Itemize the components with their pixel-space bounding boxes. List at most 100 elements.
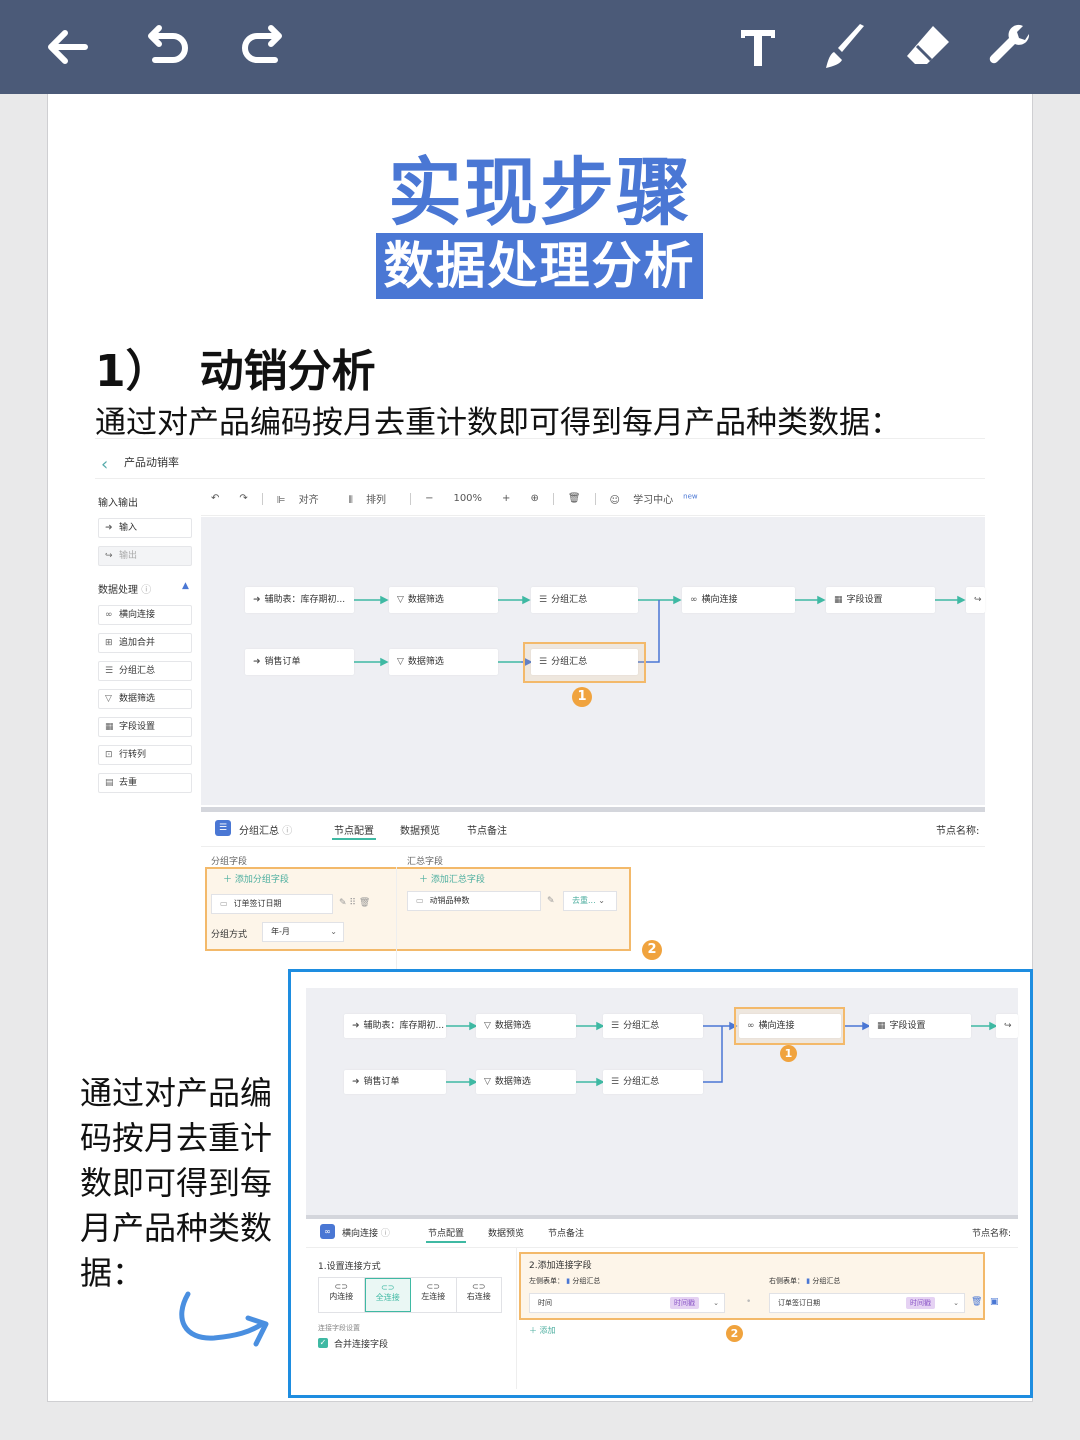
right-join-field[interactable]: 订单签订日期 时间戳 ⌄ <box>769 1293 965 1313</box>
flow-node[interactable]: ☰ 分组汇总 <box>603 1014 703 1038</box>
flow-node[interactable]: ➜ 销售订单 <box>344 1070 446 1094</box>
canvas-toolbar: ↶ ↷ ⊫ 对齐 ⫴ 排列 − 100% + ⊕ 🗑 ☺ 学习中心 new <box>201 482 985 516</box>
flow-node[interactable]: ▦ 字段设置 <box>869 1014 971 1038</box>
flow-node-output[interactable]: ↪ <box>966 587 985 613</box>
arrange-button[interactable]: ⫴ 排列 <box>349 491 396 506</box>
group-field-select[interactable]: ▭ 订单签订日期 <box>211 894 333 914</box>
flow-node[interactable]: ☰ 分组汇总 <box>603 1070 703 1094</box>
flow-node-output[interactable]: ↪ <box>996 1014 1018 1038</box>
group-mode-select[interactable]: 年-月 ⌄ <box>262 922 344 942</box>
flow-node[interactable]: ☰ 分组汇总 <box>531 587 638 613</box>
back-chevron-icon[interactable]: ‹ <box>101 454 108 475</box>
tab-node-config[interactable]: 节点配置 <box>428 1226 464 1239</box>
delete-icon[interactable]: 🗑 <box>568 493 581 504</box>
left-join-field[interactable]: 时间 时间戳 ⌄ <box>529 1293 725 1313</box>
undo-icon[interactable] <box>138 20 194 74</box>
text-icon[interactable] <box>730 20 786 74</box>
zoom-in-icon[interactable]: + <box>502 493 510 504</box>
step-badge: 2 <box>726 1325 743 1342</box>
panel-node-name: 分组汇总 ⓘ <box>239 826 293 837</box>
sidebar-item-input[interactable]: ➜ 输入 <box>98 518 192 538</box>
flow-canvas: ➜ 辅助表：库存期初... ▽ 数据筛选 ☰ 分组汇总 ∞ 横向连接 ▦ 字段设置 ↪ ➜… <box>201 517 985 805</box>
learning-center-link[interactable]: ☺ 学习中心 new <box>610 491 698 506</box>
aggregate-select[interactable]: 去重... ⌄ <box>563 891 617 911</box>
config-panel: ☰ 分组汇总 ⓘ 节点配置 数据预览 节点备注 节点名称: 分组字段 汇总字段 … <box>201 812 985 985</box>
step-badge: 1 <box>780 1045 797 1062</box>
edit-icon[interactable]: ✎ <box>547 896 555 906</box>
flow-node[interactable]: ▽ 数据筛选 <box>476 1014 576 1038</box>
join-icon: ∞ <box>320 1224 335 1239</box>
join-type-inner[interactable]: ⊂⊃ 内连接 <box>319 1278 365 1312</box>
section-intro: 通过对产品编码按月去重计数即可得到每月产品种类数据： <box>95 405 901 441</box>
sidebar-item-join[interactable]: ∞ 横向连接 <box>98 605 192 625</box>
tab-node-notes[interactable]: 节点备注 <box>548 1226 584 1239</box>
sidebar-io-header: 输入输出 <box>98 498 138 509</box>
equals-icon: • <box>746 1297 752 1307</box>
undo-icon[interactable]: ↶ <box>211 493 219 504</box>
flow-node[interactable]: ▽ 数据筛选 <box>389 587 498 613</box>
add-summary-field-link[interactable]: ＋ 添加汇总字段 <box>419 872 485 885</box>
side-annotation: 通过对产品编码按月去重计数即可得到每月产品种类数据： <box>80 1074 273 1292</box>
redo-icon[interactable] <box>236 20 292 74</box>
merge-label: 合并连接字段 <box>334 1340 389 1350</box>
merge-checkbox[interactable]: ✓ <box>318 1338 328 1348</box>
flow-node[interactable]: ➜ 辅助表：库存期初... <box>245 587 354 613</box>
wrench-icon[interactable] <box>982 20 1038 74</box>
back-arrow-icon[interactable] <box>38 20 94 74</box>
field-actions[interactable]: ✎ ⠿ 🗑 <box>339 898 370 908</box>
group-field-label: 分组字段 <box>211 857 248 867</box>
join-type-left[interactable]: ⊂⊃ 左连接 <box>411 1278 457 1312</box>
flow-node[interactable]: ▽ 数据筛选 <box>476 1070 576 1094</box>
summary-field-select[interactable]: ▭ 动销品种数 <box>407 891 541 911</box>
sidebar-item-pivot[interactable]: ⊡ 行转列 <box>98 745 192 765</box>
group-mode-label: 分组方式 <box>211 930 248 940</box>
sidebar-item-filter[interactable]: ▽ 数据筛选 <box>98 689 192 709</box>
redo-icon[interactable]: ↷ <box>239 493 247 504</box>
add-join-label: 2.添加连接字段 <box>529 1261 592 1271</box>
brush-icon[interactable] <box>817 20 873 74</box>
section-heading: 1） 动销分析 <box>95 346 376 397</box>
join-type-right[interactable]: ⊂⊃ 右连接 <box>457 1278 502 1312</box>
eraser-icon[interactable] <box>900 20 956 74</box>
add-group-field-link[interactable]: ＋ 添加分组字段 <box>223 872 289 885</box>
flow-node[interactable]: ➜ 销售订单 <box>245 649 354 675</box>
sidebar-item-group[interactable]: ☰ 分组汇总 <box>98 661 192 681</box>
flow-node[interactable]: ➜ 辅助表：库存期初... <box>344 1014 446 1038</box>
delete-icon[interactable]: 🗑 <box>971 1297 982 1307</box>
sidebar-item-output[interactable]: ↪ 输出 <box>98 546 192 566</box>
join-field-settings-label: 连接字段设置 <box>318 1324 360 1332</box>
sidebar-item-fields[interactable]: ▦ 字段设置 <box>98 717 192 737</box>
node-name-label: 节点名称: <box>936 826 980 837</box>
summary-field-label: 汇总字段 <box>407 857 444 867</box>
flow-node[interactable]: ▦ 字段设置 <box>826 587 935 613</box>
sidebar-item-append[interactable]: ⊞ 追加合并 <box>98 633 192 653</box>
app-page-title: 产品动销率 <box>124 456 179 469</box>
left-table: 左侧表单： ▮ 分组汇总 <box>529 1277 601 1285</box>
add-join-field-link[interactable]: ＋ 添加 <box>529 1325 556 1336</box>
tab-node-notes[interactable]: 节点备注 <box>467 822 507 837</box>
flow-node-selected[interactable]: ∞ 横向连接 <box>739 1014 841 1038</box>
top-toolbar <box>0 0 1080 94</box>
locate-icon[interactable]: ⊕ <box>530 493 538 504</box>
join-type-group: ⊂⊃ 内连接 ⊂⊃ 全连接 ⊂⊃ 左连接 ⊂⊃ 右连接 <box>318 1277 502 1313</box>
join-config-panel: ∞ 横向连接 ⓘ 节点配置 数据预览 节点备注 节点名称: 1.设置连接方式 ⊂… <box>306 1219 1018 1389</box>
app-screenshot: ‹ 产品动销率 输入输出 ➜ 输入 ↪ 输出 数据处理 ⓘ ▲ ∞ 横向连接 ⊞ 追加合并… <box>95 440 985 985</box>
right-table: 右侧表单： ▮ 分组汇总 <box>769 1277 841 1285</box>
zoom-out-icon[interactable]: − <box>425 493 433 504</box>
flow-node-selected[interactable]: ☰ 分组汇总 <box>531 649 638 675</box>
flow-node[interactable]: ▽ 数据筛选 <box>389 649 498 675</box>
flow-node[interactable]: ∞ 横向连接 <box>682 587 795 613</box>
tab-data-preview[interactable]: 数据预览 <box>488 1226 524 1239</box>
info-icon: ▣ <box>990 1297 999 1307</box>
join-type-full[interactable]: ⊂⊃ 全连接 <box>364 1278 411 1312</box>
tab-node-config[interactable]: 节点配置 <box>334 822 374 837</box>
divider <box>95 438 985 439</box>
sidebar-item-dedupe[interactable]: ▤ 去重 <box>98 773 192 793</box>
curved-arrow-icon <box>179 1291 269 1347</box>
step-badge: 1 <box>572 687 592 707</box>
tab-data-preview[interactable]: 数据预览 <box>400 822 440 837</box>
node-name-label: 节点名称: <box>972 1229 1012 1239</box>
panel-node-name: 横向连接 ⓘ <box>342 1229 390 1239</box>
align-button[interactable]: ⊫ 对齐 <box>277 491 329 506</box>
flow-canvas: ➜ 辅助表：库存期初... ▽ 数据筛选 ☰ 分组汇总 ∞ 横向连接 ▦ 字段设置 ↪ ➜… <box>306 988 1018 1215</box>
